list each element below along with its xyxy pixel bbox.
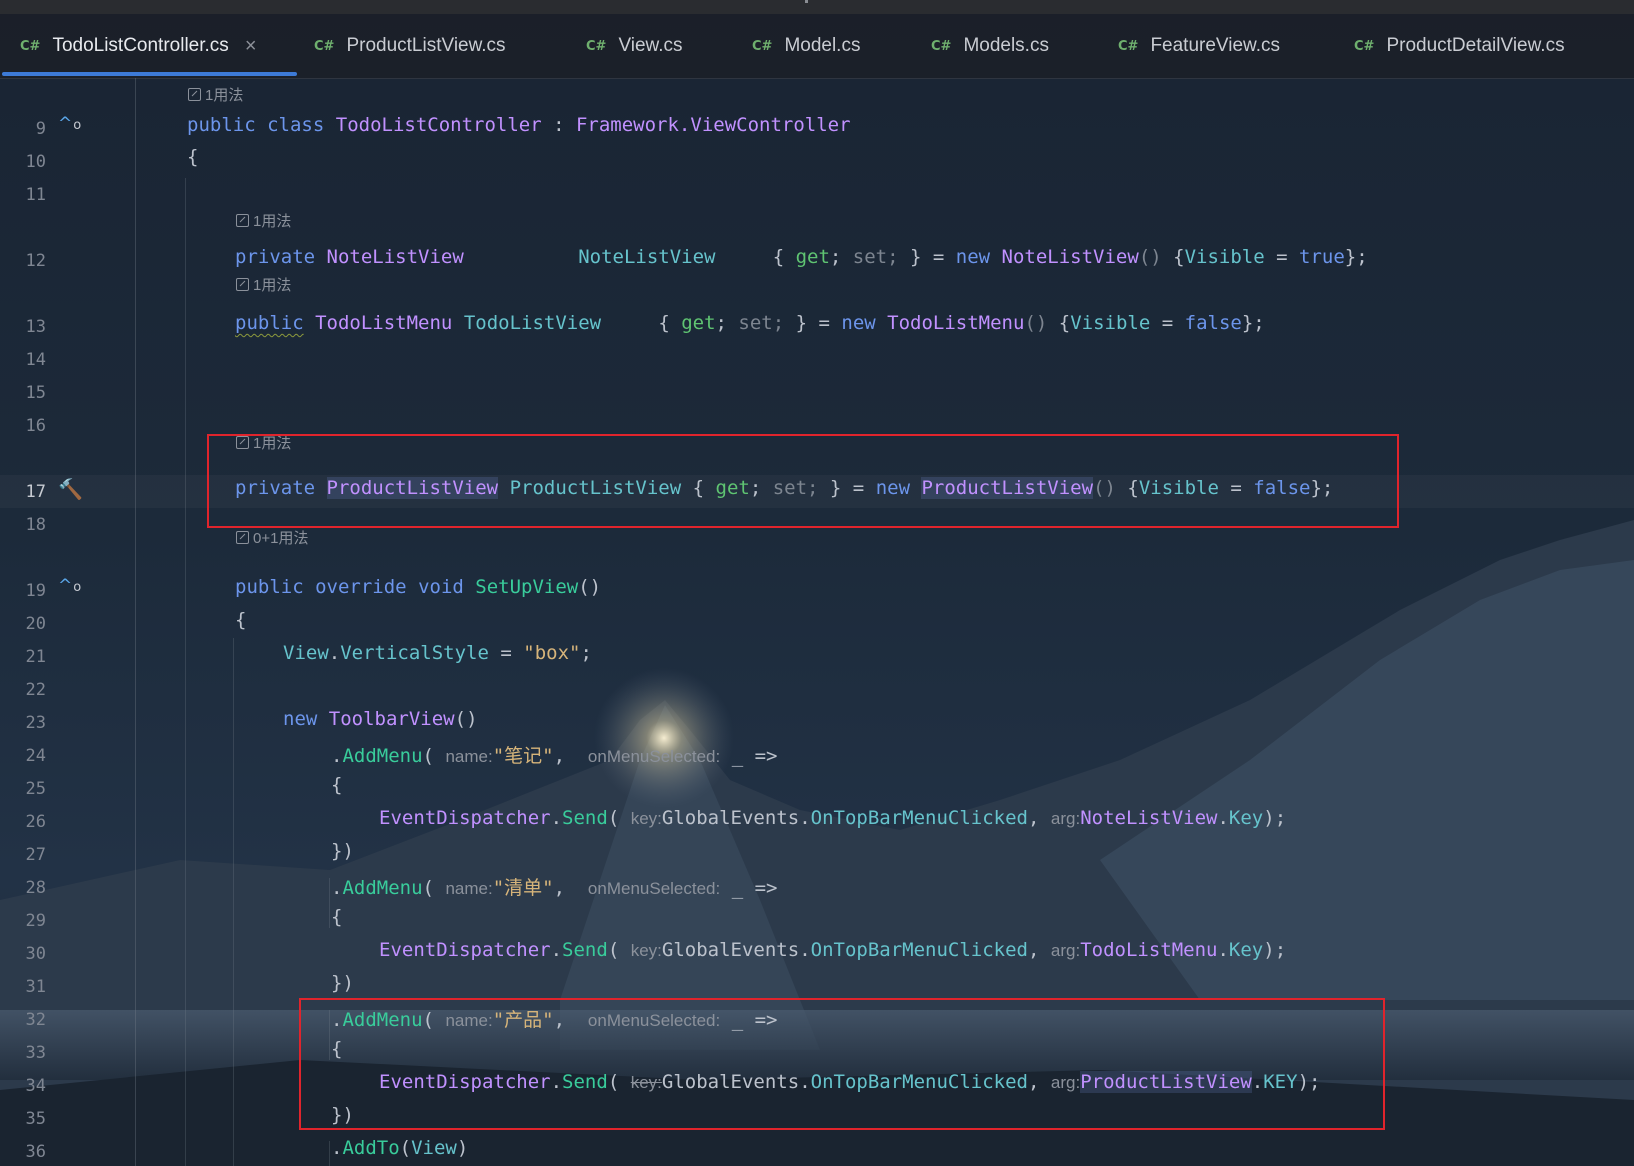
title-bar-marker — [805, 0, 808, 3]
annotation-box-property — [207, 434, 1399, 528]
overrides-arrow-icon[interactable]: ^o — [58, 576, 81, 596]
line-number: 35 — [25, 1109, 46, 1129]
code-line-19[interactable]: public override void SetUpView() — [235, 576, 601, 598]
tab-models[interactable]: C# Models.cs — [931, 14, 1049, 78]
tab-label: Model.cs — [784, 35, 861, 56]
line-number: 23 — [25, 713, 46, 733]
link-icon — [236, 278, 249, 291]
code-line-27[interactable]: }) — [331, 840, 354, 862]
csharp-file-icon: C# — [586, 38, 607, 54]
code-line-13[interactable]: public TodoListMenu TodoListView { get; … — [235, 312, 1265, 334]
active-tab-indicator — [2, 72, 297, 76]
gutter-separator — [135, 78, 136, 1166]
annotation-box-addmenu — [299, 998, 1385, 1130]
tab-model[interactable]: C# Model.cs — [752, 14, 860, 78]
code-line-29[interactable]: { — [331, 906, 342, 928]
csharp-file-icon: C# — [1354, 38, 1375, 54]
line-number: 26 — [25, 812, 46, 832]
tab-label: ProductDetailView.cs — [1386, 35, 1565, 56]
line-number: 17 — [25, 482, 46, 502]
csharp-file-icon: C# — [1118, 38, 1139, 54]
line-number: 29 — [25, 911, 46, 931]
line-number: 36 — [25, 1142, 46, 1162]
line-number: 28 — [25, 878, 46, 898]
code-line-31[interactable]: }) — [331, 972, 354, 994]
line-number: 31 — [25, 977, 46, 997]
line-number: 25 — [25, 779, 46, 799]
tab-label: View.cs — [618, 35, 683, 56]
code-line-23[interactable]: new ToolbarView() — [283, 708, 478, 730]
csharp-file-icon: C# — [752, 38, 773, 54]
indent-guide — [185, 178, 186, 1166]
line-number: 14 — [25, 350, 46, 370]
tab-view[interactable]: C# View.cs — [586, 14, 683, 78]
tab-todolistcontroller[interactable]: C# TodoListController.cs × — [20, 14, 257, 78]
link-icon — [188, 88, 201, 101]
csharp-file-icon: C# — [931, 38, 952, 54]
csharp-file-icon: C# — [314, 38, 335, 54]
usage-hint[interactable]: 1用法 — [236, 274, 291, 295]
line-number: 34 — [25, 1076, 46, 1096]
usage-hint[interactable]: 1用法 — [236, 210, 291, 231]
code-line-26[interactable]: EventDispatcher.Send( key:GlobalEvents.O… — [379, 807, 1286, 829]
editor-tab-bar: C# TodoListController.cs × C# ProductLis… — [0, 14, 1634, 79]
indent-guide — [329, 1141, 330, 1166]
code-line-20[interactable]: { — [235, 609, 246, 631]
line-number: 24 — [25, 746, 46, 766]
usage-hint[interactable]: 1用法 — [188, 84, 243, 105]
line-number: 18 — [25, 515, 46, 535]
line-number: 9 — [35, 119, 46, 139]
tab-label: ProductListView.cs — [346, 35, 506, 56]
tab-label: TodoListController.cs — [52, 35, 229, 56]
code-line-24[interactable]: .AddMenu( name:"笔记", onMenuSelected: _ =… — [331, 741, 777, 768]
line-number: 30 — [25, 944, 46, 964]
code-line-25[interactable]: { — [331, 774, 342, 796]
code-line-30[interactable]: EventDispatcher.Send( key:GlobalEvents.O… — [379, 939, 1286, 961]
line-number: 11 — [25, 185, 46, 205]
line-number: 33 — [25, 1043, 46, 1063]
line-number: 19 — [25, 581, 46, 601]
line-number: 15 — [25, 383, 46, 403]
tab-featureview[interactable]: C# FeatureView.cs — [1118, 14, 1280, 78]
code-line-12[interactable]: private NoteListView NoteListView { get;… — [235, 246, 1368, 268]
code-editor[interactable]: 9 10 11 12 13 14 15 16 17 18 19 20 21 22… — [0, 78, 1634, 1166]
code-line-9[interactable]: public class TodoListController : Framew… — [187, 114, 851, 136]
code-line-21[interactable]: View.VerticalStyle = "box"; — [283, 642, 592, 664]
link-icon — [236, 214, 249, 227]
usage-hint[interactable]: 0+1用法 — [236, 527, 308, 548]
line-number: 12 — [25, 251, 46, 271]
link-icon — [236, 531, 249, 544]
line-number: 13 — [25, 317, 46, 337]
code-line-28[interactable]: .AddMenu( name:"清单", onMenuSelected: _ =… — [331, 873, 777, 900]
ide-window: C# TodoListController.cs × C# ProductLis… — [0, 0, 1634, 1166]
implements-arrow-icon[interactable]: ^o — [58, 114, 81, 134]
line-number: 10 — [25, 152, 46, 172]
hammer-icon[interactable]: 🔨 — [58, 477, 83, 502]
close-icon[interactable]: × — [245, 35, 257, 58]
csharp-file-icon: C# — [20, 38, 41, 54]
tab-label: FeatureView.cs — [1150, 35, 1280, 56]
line-number: 16 — [25, 416, 46, 436]
tab-productlistview[interactable]: C# ProductListView.cs — [314, 14, 506, 78]
code-line-10[interactable]: { — [187, 146, 198, 168]
line-number: 22 — [25, 680, 46, 700]
indent-guide — [233, 638, 234, 1166]
line-number: 21 — [25, 647, 46, 667]
line-number: 32 — [25, 1010, 46, 1030]
code-line-36[interactable]: .AddTo(View) — [331, 1137, 468, 1159]
tab-productdetailview[interactable]: C# ProductDetailView.cs — [1354, 14, 1565, 78]
indent-guide — [329, 878, 330, 928]
line-number: 27 — [25, 845, 46, 865]
title-bar — [0, 0, 1634, 14]
line-number: 20 — [25, 614, 46, 634]
tab-label: Models.cs — [963, 35, 1049, 56]
